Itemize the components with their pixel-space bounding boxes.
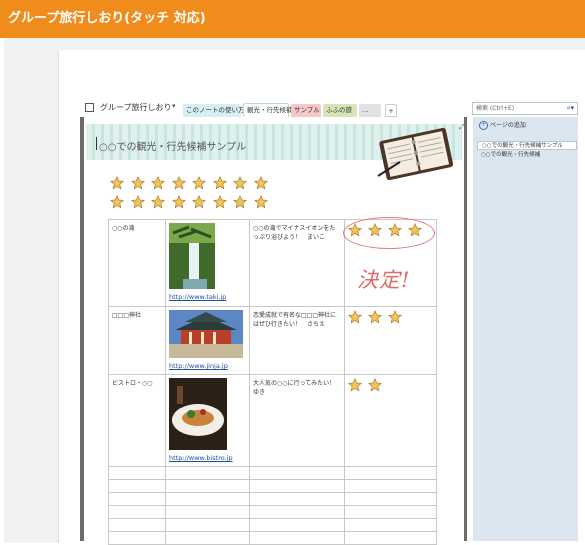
- star-icon: [151, 175, 165, 190]
- place-cell[interactable]: ビストロ・○○: [108, 374, 166, 467]
- star-icon: [192, 194, 206, 209]
- empty-row: [108, 518, 437, 532]
- tab-more[interactable]: …: [359, 104, 381, 117]
- handwritten-note: 決定!: [357, 268, 411, 292]
- photo-cell[interactable]: http://www.bistro.jp: [165, 374, 250, 467]
- text-cursor: [96, 137, 97, 150]
- search-placeholder: 検索 (Ctrl+E): [476, 105, 515, 112]
- star-icon: [110, 175, 124, 190]
- comment-cell[interactable]: ○○の滝でマイナスイオンをたっぷり浴びよう！ まいこ: [249, 219, 345, 307]
- notebook-name[interactable]: グループ旅行しおり: [100, 102, 172, 113]
- place-cell[interactable]: □□□神社: [108, 306, 166, 375]
- notebook-icon: [85, 103, 94, 112]
- star-icon: [212, 175, 227, 190]
- rating-cell[interactable]: [344, 306, 437, 375]
- page-title[interactable]: ○○での観光・行先候補サンプル: [99, 138, 246, 153]
- page-list-item[interactable]: ○○での観光・行先候補サンプル: [477, 141, 577, 150]
- dish-photo: [169, 378, 227, 450]
- waterfall-photo: [169, 223, 215, 289]
- empty-row: [108, 466, 437, 480]
- page-list-pane: + ページの追加 ○○での観光・行先候補サンプル ○○での観光・行先候補: [473, 117, 578, 541]
- empty-row: [108, 492, 437, 506]
- comment-cell[interactable]: 大人気の○○に行ってみたい！ ゆき: [249, 374, 345, 467]
- star-icon: [212, 194, 227, 209]
- tab-sightseeing[interactable]: 観光・行先候補: [243, 103, 293, 117]
- star-icon: [253, 175, 268, 190]
- comment-cell[interactable]: 恋愛成就で有名な□□□神社にはぜひ行きたい！ さちえ: [249, 306, 345, 375]
- star-icon: [151, 194, 165, 209]
- star-icon: [368, 309, 382, 326]
- star-icon: [192, 175, 206, 190]
- page-scrollbar[interactable]: [464, 117, 467, 541]
- star-icon: [368, 377, 382, 394]
- shrine-photo: [169, 310, 243, 358]
- search-icon[interactable]: ⌕▾: [567, 103, 574, 114]
- add-section-button[interactable]: +: [385, 104, 397, 117]
- place-cell[interactable]: ○○の滝: [108, 219, 166, 307]
- star-icon: [130, 194, 145, 209]
- photo-cell[interactable]: http://www.taki.jp: [165, 219, 250, 307]
- link[interactable]: http://www.taki.jp: [169, 293, 246, 301]
- star-icon: [233, 194, 247, 209]
- star-icon: [171, 194, 186, 209]
- plus-icon: +: [479, 121, 488, 130]
- planner-illustration-icon: [377, 127, 454, 181]
- link[interactable]: http://www.bistro.jp: [169, 454, 246, 462]
- photo-cell[interactable]: http://www.jinja.jp: [165, 306, 250, 375]
- rating-cell[interactable]: [344, 374, 437, 467]
- empty-row: [108, 479, 437, 493]
- star-icon: [253, 194, 268, 209]
- table-row: ビストロ・○○ http://www.bistro.jp 大人気の○○に行ってみ…: [108, 374, 437, 467]
- empty-row: [108, 505, 437, 519]
- star-icon: [110, 194, 124, 209]
- star-icon: [348, 377, 362, 394]
- chevron-down-icon[interactable]: ▾: [172, 102, 176, 110]
- add-page-label: ページの追加: [490, 122, 526, 129]
- link[interactable]: http://www.jinja.jp: [169, 362, 246, 370]
- star-icon: [388, 309, 402, 326]
- banner-title: グループ旅行しおり(タッチ 対応): [8, 11, 206, 26]
- tab-fufu-trip[interactable]: ふふの旅: [323, 104, 357, 117]
- add-page-button[interactable]: + ページの追加: [479, 120, 526, 130]
- star-icon: [348, 309, 362, 326]
- table-row: □□□神社 http://www.jinja.jp 恋愛成就で有名な□□□神社に…: [108, 306, 437, 375]
- page-banner: グループ旅行しおり(タッチ 対応): [0, 0, 585, 38]
- hand-drawn-circle: [343, 217, 435, 249]
- page-list-item[interactable]: ○○での観光・行先候補: [477, 151, 577, 160]
- tab-sample[interactable]: サンプル: [291, 104, 321, 117]
- star-icon: [233, 175, 247, 190]
- tab-how-to-use[interactable]: このノートの使い方: [183, 104, 245, 117]
- search-input[interactable]: 検索 (Ctrl+E) ⌕▾: [472, 102, 578, 115]
- section-tab-bar: グループ旅行しおり ▾ このノートの使い方 観光・行先候補 サンプル ふふの旅 …: [80, 100, 470, 117]
- star-icon: [171, 175, 186, 190]
- star-icon: [130, 175, 145, 190]
